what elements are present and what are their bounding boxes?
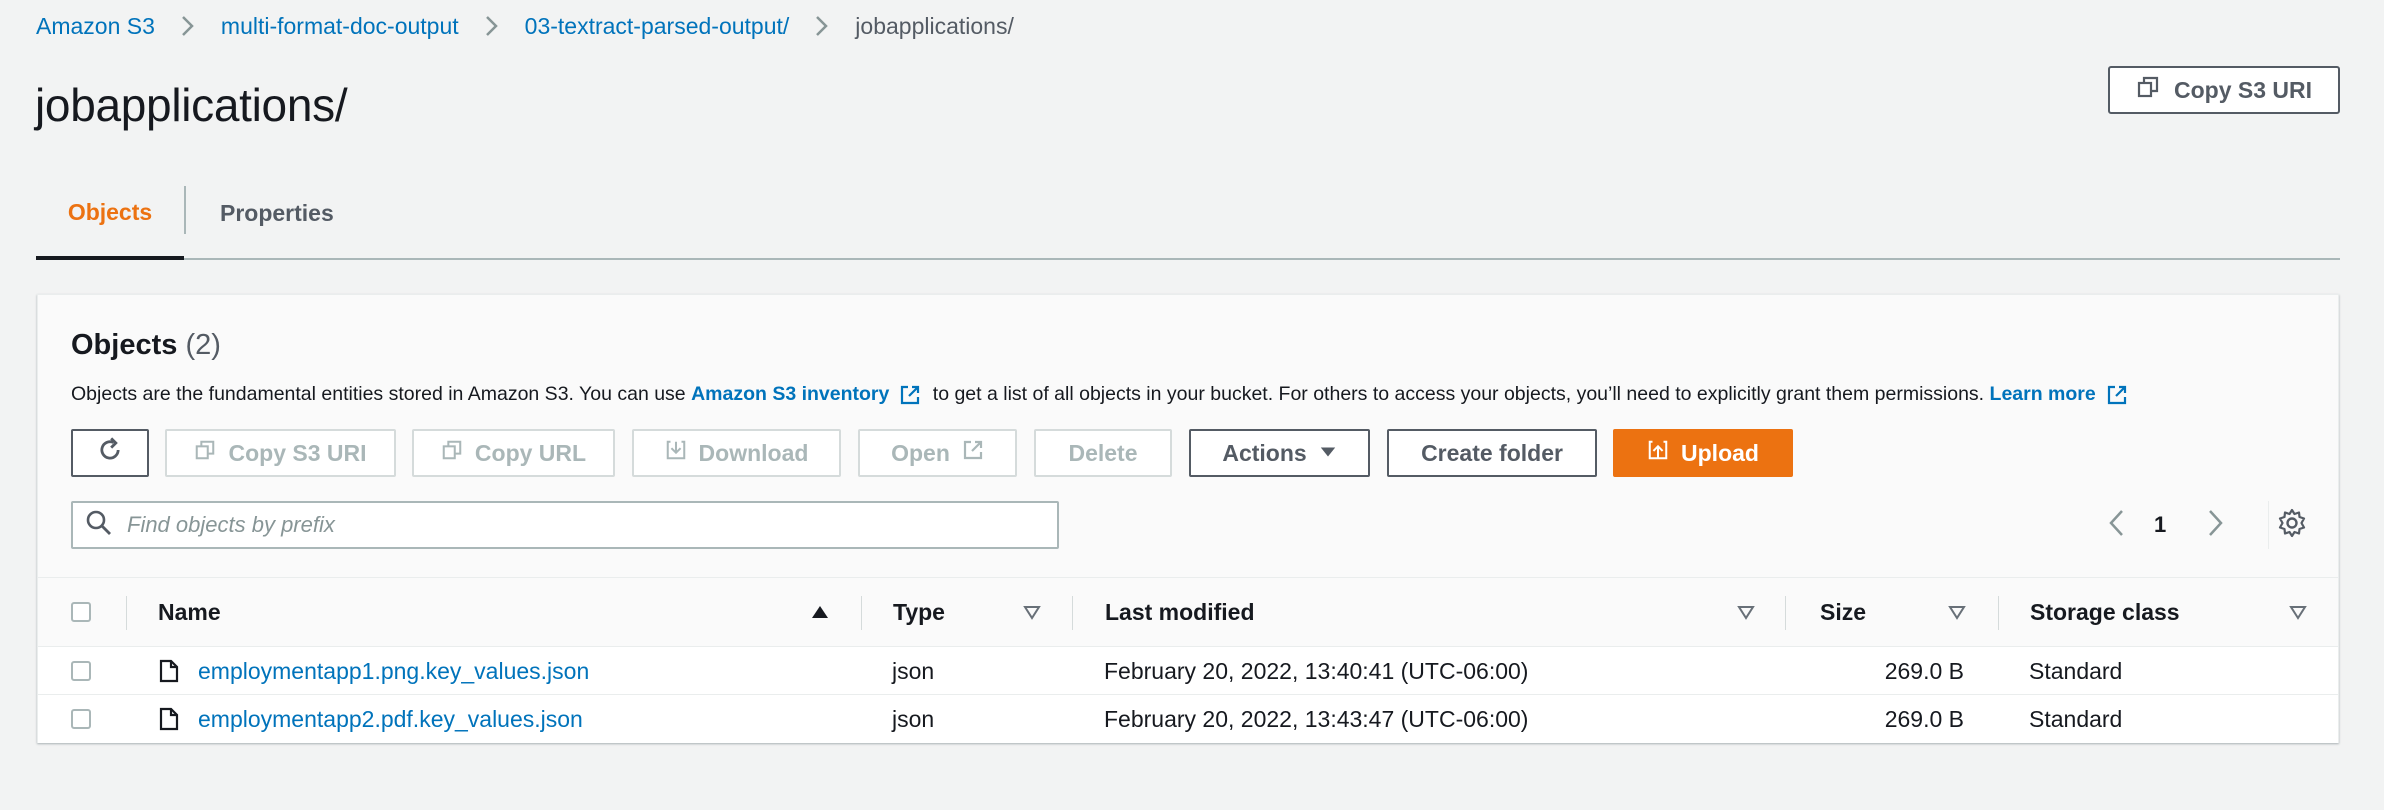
copy-s3-uri-label: Copy S3 URI — [2173, 76, 2313, 103]
description-text-2: to get a list of all objects in your buc… — [927, 383, 1990, 405]
column-divider — [126, 596, 127, 630]
column-header-size[interactable]: Size — [1820, 578, 1866, 646]
sort-ascending-icon[interactable] — [810, 602, 830, 622]
file-icon — [159, 707, 179, 731]
chevron-right-icon — [2204, 508, 2226, 543]
row-checkbox[interactable] — [71, 661, 91, 681]
upload-icon — [1647, 439, 1669, 467]
delete-button[interactable]: Delete — [1034, 429, 1172, 477]
column-header-type[interactable]: Type — [893, 578, 945, 646]
objects-panel: Objects (2) Objects are the fundamental … — [37, 294, 2339, 743]
object-size: 269.0 B — [1884, 705, 1964, 732]
objects-description: Objects are the fundamental entities sto… — [71, 383, 2134, 406]
copy-icon — [441, 439, 463, 467]
actions-dropdown[interactable]: Actions — [1189, 429, 1370, 477]
column-divider — [1072, 596, 1073, 630]
copy-icon — [194, 439, 216, 467]
actions-dropdown-label: Actions — [1222, 439, 1307, 466]
object-type: json — [892, 657, 935, 684]
pagination-divider — [2268, 501, 2269, 549]
table-row[interactable]: employmentapp2.pdf.key_values.json json … — [38, 695, 2338, 743]
copy-s3-uri-header-button[interactable]: Copy S3 URI — [2108, 66, 2340, 114]
objects-heading: Objects (2) — [71, 329, 221, 362]
learn-more-label: Learn more — [1989, 383, 2096, 405]
upload-button-label: Upload — [1681, 439, 1759, 466]
breadcrumb-item-parent-folder[interactable]: 03-textract-parsed-output/ — [525, 12, 790, 40]
next-page-button[interactable] — [2204, 503, 2226, 547]
tab-properties[interactable]: Properties — [220, 168, 334, 258]
sort-caret-icon[interactable] — [2288, 602, 2308, 622]
breadcrumb: Amazon S3 multi-format-doc-output 03-tex… — [36, 12, 1014, 40]
upload-button[interactable]: Upload — [1613, 429, 1793, 477]
table-preferences-button[interactable] — [2276, 507, 2312, 543]
column-divider — [1998, 596, 1999, 630]
objects-table-header: Name Type Last modified Size Storage cla… — [38, 577, 2338, 647]
page-title: jobapplications/ — [35, 79, 348, 131]
sort-caret-icon[interactable] — [1736, 602, 1756, 622]
objects-count: (2) — [185, 329, 221, 361]
object-size: 269.0 B — [1884, 657, 1964, 684]
column-header-storage-class[interactable]: Storage class — [2030, 578, 2180, 646]
breadcrumb-item-bucket[interactable]: multi-format-doc-output — [221, 12, 459, 40]
copy-s3-uri-button-label: Copy S3 URI — [228, 439, 367, 466]
download-button-label: Download — [698, 439, 809, 466]
open-button[interactable]: Open — [858, 429, 1017, 477]
s3-inventory-link[interactable]: Amazon S3 inventory — [691, 383, 927, 406]
chevron-right-icon — [179, 15, 197, 37]
create-folder-button-label: Create folder — [1421, 439, 1563, 466]
copy-icon — [2136, 75, 2160, 105]
refresh-button[interactable] — [71, 429, 149, 477]
objects-heading-label: Objects — [71, 329, 178, 361]
external-link-icon — [899, 384, 921, 406]
object-storage-class: Standard — [2029, 705, 2123, 732]
column-header-last-modified[interactable]: Last modified — [1105, 578, 1255, 646]
caret-down-icon — [1319, 440, 1337, 467]
s3-inventory-link-label: Amazon S3 inventory — [691, 383, 890, 405]
object-last-modified: February 20, 2022, 13:43:47 (UTC-06:00) — [1104, 705, 1529, 732]
download-icon — [665, 439, 687, 467]
search-box — [71, 501, 1059, 549]
chevron-right-icon — [483, 15, 501, 37]
s3-folder-page: Amazon S3 multi-format-doc-output 03-tex… — [0, 0, 2384, 810]
previous-page-button[interactable] — [2106, 503, 2128, 547]
search-icon — [85, 509, 113, 542]
external-link-icon — [962, 439, 984, 467]
learn-more-link[interactable]: Learn more — [1990, 383, 2134, 406]
tab-divider — [184, 186, 186, 234]
chevron-right-icon — [813, 15, 831, 37]
row-checkbox[interactable] — [71, 709, 91, 729]
sort-caret-icon[interactable] — [1947, 602, 1967, 622]
column-header-name[interactable]: Name — [158, 578, 221, 646]
open-button-label: Open — [891, 439, 950, 466]
description-text-1: Objects are the fundamental entities sto… — [71, 383, 692, 405]
tab-bar: Objects Properties — [36, 168, 2340, 260]
column-divider — [1785, 596, 1786, 630]
page-number[interactable]: 1 — [2154, 503, 2166, 547]
refresh-icon — [96, 436, 124, 470]
chevron-left-icon — [2106, 508, 2128, 543]
copy-url-button[interactable]: Copy URL — [412, 429, 615, 477]
breadcrumb-item-amazon-s3[interactable]: Amazon S3 — [36, 12, 155, 40]
table-row[interactable]: employmentapp1.png.key_values.json json … — [38, 647, 2338, 695]
select-all-checkbox[interactable] — [71, 602, 91, 622]
object-type: json — [892, 705, 935, 732]
create-folder-button[interactable]: Create folder — [1387, 429, 1597, 477]
object-last-modified: February 20, 2022, 13:40:41 (UTC-06:00) — [1104, 657, 1529, 684]
object-name-link[interactable]: employmentapp1.png.key_values.json — [198, 647, 589, 695]
column-divider — [861, 596, 862, 630]
tab-objects[interactable]: Objects — [36, 168, 184, 260]
download-button[interactable]: Download — [632, 429, 841, 477]
object-name-link[interactable]: employmentapp2.pdf.key_values.json — [198, 695, 583, 743]
external-link-icon — [2106, 384, 2128, 406]
gear-icon — [2276, 508, 2308, 543]
breadcrumb-current: jobapplications/ — [855, 13, 1014, 39]
search-input[interactable] — [127, 512, 1027, 538]
copy-url-button-label: Copy URL — [474, 439, 587, 466]
copy-s3-uri-button[interactable]: Copy S3 URI — [165, 429, 396, 477]
delete-button-label: Delete — [1068, 439, 1138, 466]
sort-caret-icon[interactable] — [1022, 602, 1042, 622]
file-icon — [159, 659, 179, 683]
object-storage-class: Standard — [2029, 657, 2123, 684]
